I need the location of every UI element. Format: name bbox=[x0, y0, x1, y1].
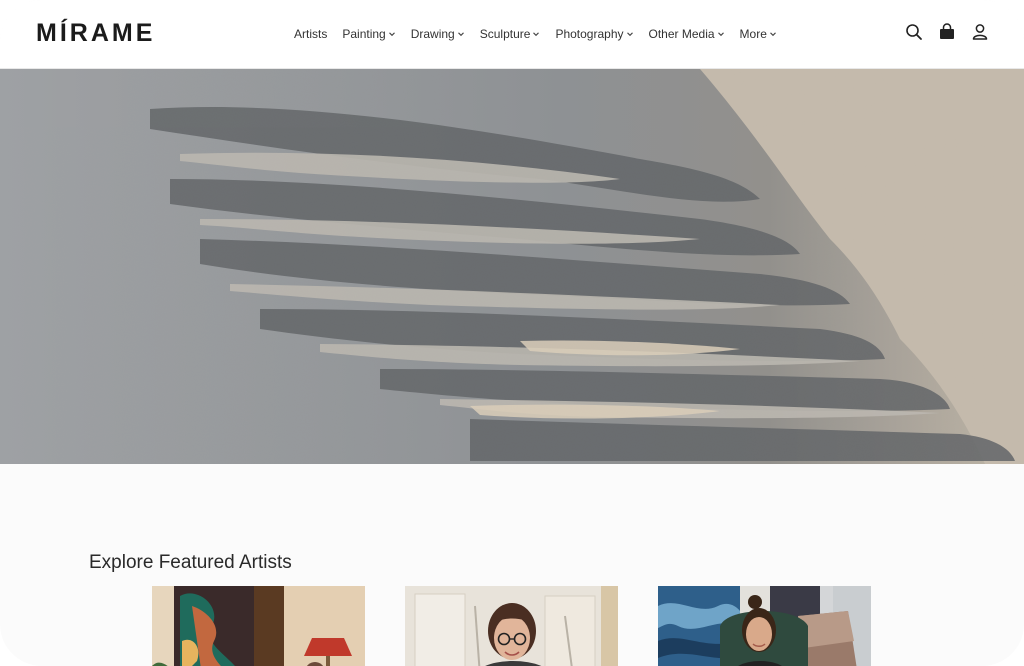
artist-card[interactable] bbox=[658, 586, 871, 666]
chevron-down-icon bbox=[388, 32, 395, 37]
site-header: MÍRAME Artists Painting Drawing Sculptur… bbox=[0, 0, 1024, 69]
search-icon[interactable] bbox=[904, 22, 924, 42]
artist-2-photo bbox=[405, 586, 618, 666]
site-logo[interactable]: MÍRAME bbox=[36, 19, 155, 48]
artist-card[interactable] bbox=[152, 586, 365, 666]
chevron-down-icon bbox=[533, 32, 540, 37]
nav-item-drawing[interactable]: Drawing bbox=[411, 25, 465, 43]
nav-item-sculpture[interactable]: Sculpture bbox=[480, 25, 541, 43]
artist-3-photo bbox=[658, 586, 871, 666]
sand-ripples-illustration bbox=[0, 69, 1024, 464]
nav-item-more[interactable]: More bbox=[740, 25, 777, 43]
featured-artists-heading: Explore Featured Artists bbox=[89, 551, 292, 573]
nav-item-photography[interactable]: Photography bbox=[555, 25, 633, 43]
chevron-down-icon bbox=[626, 32, 633, 37]
nav-item-label: Sculpture bbox=[479, 27, 531, 41]
nav-item-other-media[interactable]: Other Media bbox=[649, 25, 725, 43]
header-actions bbox=[891, 22, 990, 42]
chevron-down-icon bbox=[717, 32, 724, 37]
page-frame: MÍRAME Artists Painting Drawing Sculptur… bbox=[0, 0, 1024, 666]
nav-item-label: Photography bbox=[555, 27, 624, 41]
nav-item-label: Drawing bbox=[410, 27, 455, 41]
artist-card[interactable] bbox=[405, 586, 618, 666]
nav-item-label: More bbox=[739, 27, 767, 41]
chevron-down-icon bbox=[769, 32, 776, 37]
main-nav: Artists Painting Drawing Sculpture Photo… bbox=[294, 25, 777, 43]
artist-1-photo bbox=[152, 586, 365, 666]
account-icon[interactable] bbox=[970, 22, 990, 42]
nav-item-label: Artists bbox=[294, 27, 328, 41]
nav-item-label: Painting bbox=[342, 27, 386, 41]
chevron-down-icon bbox=[457, 32, 464, 37]
nav-item-painting[interactable]: Painting bbox=[342, 25, 395, 43]
shopping-bag-icon[interactable] bbox=[937, 22, 957, 42]
hero-banner-image bbox=[0, 69, 1024, 464]
nav-item-artists[interactable]: Artists bbox=[294, 25, 327, 43]
nav-item-label: Other Media bbox=[648, 27, 715, 41]
